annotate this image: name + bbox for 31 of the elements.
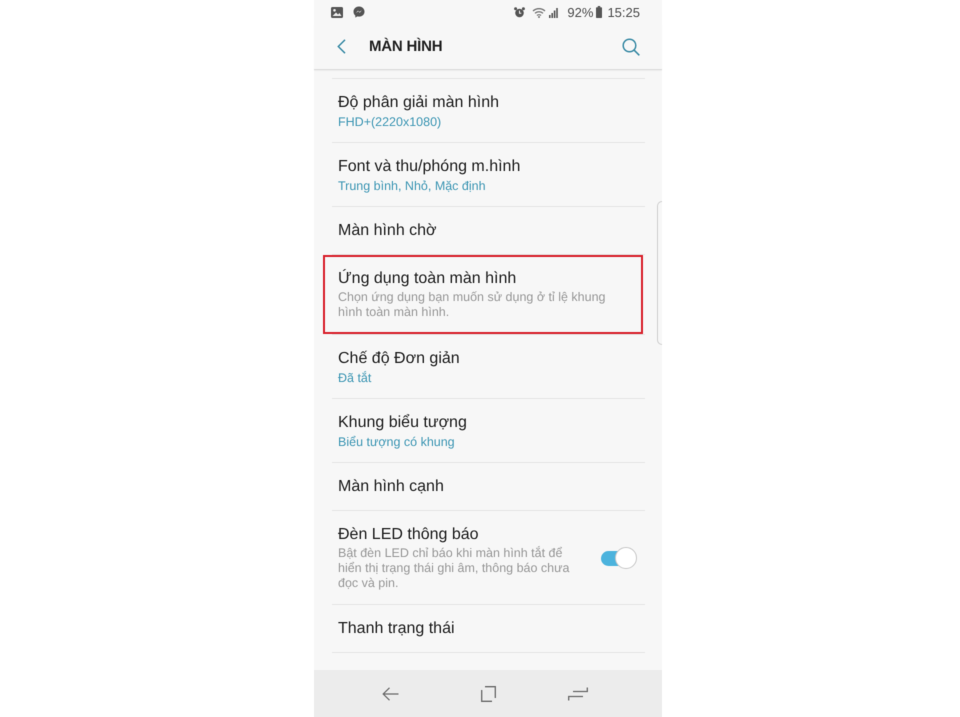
setting-value: FHD+(2220x1080) xyxy=(338,114,442,131)
setting-title[interactable]: Đèn LED thông báo xyxy=(338,524,479,546)
back-arrow-icon xyxy=(382,686,398,700)
back-chevron-icon xyxy=(336,39,346,54)
setting-title[interactable]: Màn hình chờ xyxy=(338,220,437,242)
setting-title[interactable]: Thanh trạng thái xyxy=(338,618,455,640)
screen-title: MÀN HÌNH xyxy=(369,38,442,55)
offset-lines-icon xyxy=(568,686,588,700)
setting-title[interactable]: Ứng dụng toàn màn hình xyxy=(338,268,516,290)
search-button[interactable] xyxy=(620,36,642,58)
chat-bubble-icon xyxy=(353,6,365,18)
signal-bars-icon xyxy=(549,6,558,18)
toggle-switch[interactable] xyxy=(600,546,637,568)
square-outline-icon xyxy=(480,686,496,702)
setting-value: Đã tắt xyxy=(338,370,372,387)
gallery-icon xyxy=(331,6,343,18)
setting-description: Bật đèn LED chỉ báo khi màn hình tắt để hiển thị trạng thái ghi âm, thông báo chưa đọc và pin. xyxy=(338,546,570,591)
battery-percent: 92% xyxy=(567,4,594,20)
clock-time: 15:25 xyxy=(607,4,640,20)
wifi-icon xyxy=(532,6,546,18)
search-icon xyxy=(622,38,640,56)
setting-title[interactable]: Font và thu/phóng m.hình xyxy=(338,156,520,178)
alarm-clock-icon xyxy=(514,6,526,18)
setting-description: Chọn ứng dụng bạn muốn sử dụng ở tỉ lệ khung hình toàn màn hình. xyxy=(338,290,606,320)
setting-title[interactable]: Chế độ Đơn giản xyxy=(338,348,460,370)
setting-value: Trung bình, Nhỏ, Mặc định xyxy=(338,178,486,195)
setting-title[interactable]: Độ phân giải màn hình xyxy=(338,92,499,114)
setting-value: Biểu tượng có khung xyxy=(338,434,455,451)
battery-icon xyxy=(596,6,602,18)
setting-title[interactable]: Khung biểu tượng xyxy=(338,412,467,434)
setting-title[interactable]: Màn hình cạnh xyxy=(338,476,444,498)
